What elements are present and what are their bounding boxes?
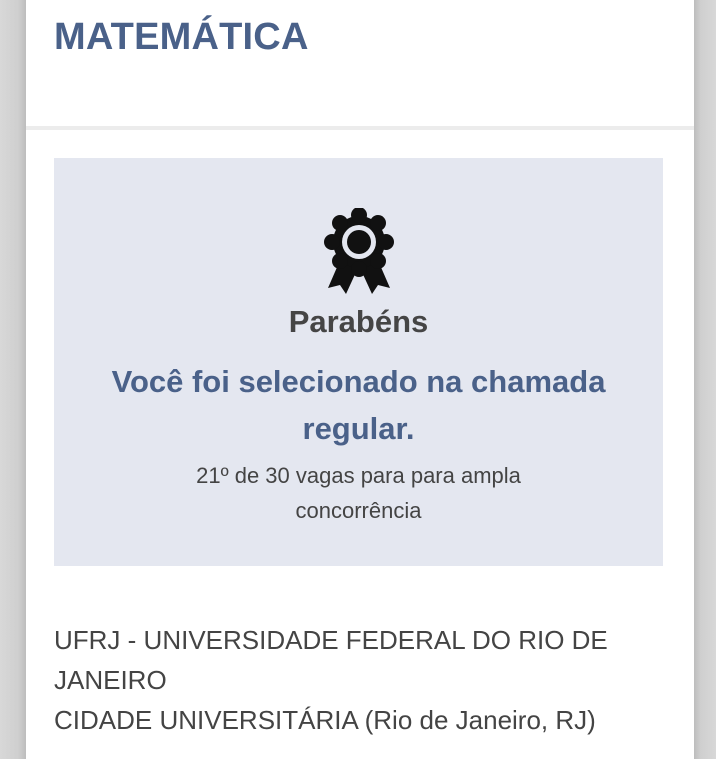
right-backdrop [694,0,716,759]
campus-location: CIDADE UNIVERSITÁRIA (Rio de Janeiro, RJ… [54,705,596,735]
course-title: MATEMÁTICA [54,16,309,58]
award-ribbon-icon [324,208,394,294]
institution-info: UFRJ - UNIVERSIDADE FEDERAL DO RIO DE JA… [54,620,674,740]
selection-message: Você foi selecionado na chamada regular. [111,364,606,446]
congratulations-heading: Parabéns [288,304,429,339]
institution-name: UFRJ - UNIVERSIDADE FEDERAL DO RIO DE JA… [54,625,608,695]
course-result-card: MATEMÁTICA Parabéns Você foi selecionado… [26,0,694,759]
header-divider [26,126,694,130]
selection-result-box: Parabéns Você foi selecionado na chamada… [54,158,663,566]
vacancy-rank-text: 21º de 30 vagas para para ampla concorrê… [196,463,521,523]
left-backdrop [0,0,26,759]
card-header: MATEMÁTICA [26,0,694,126]
